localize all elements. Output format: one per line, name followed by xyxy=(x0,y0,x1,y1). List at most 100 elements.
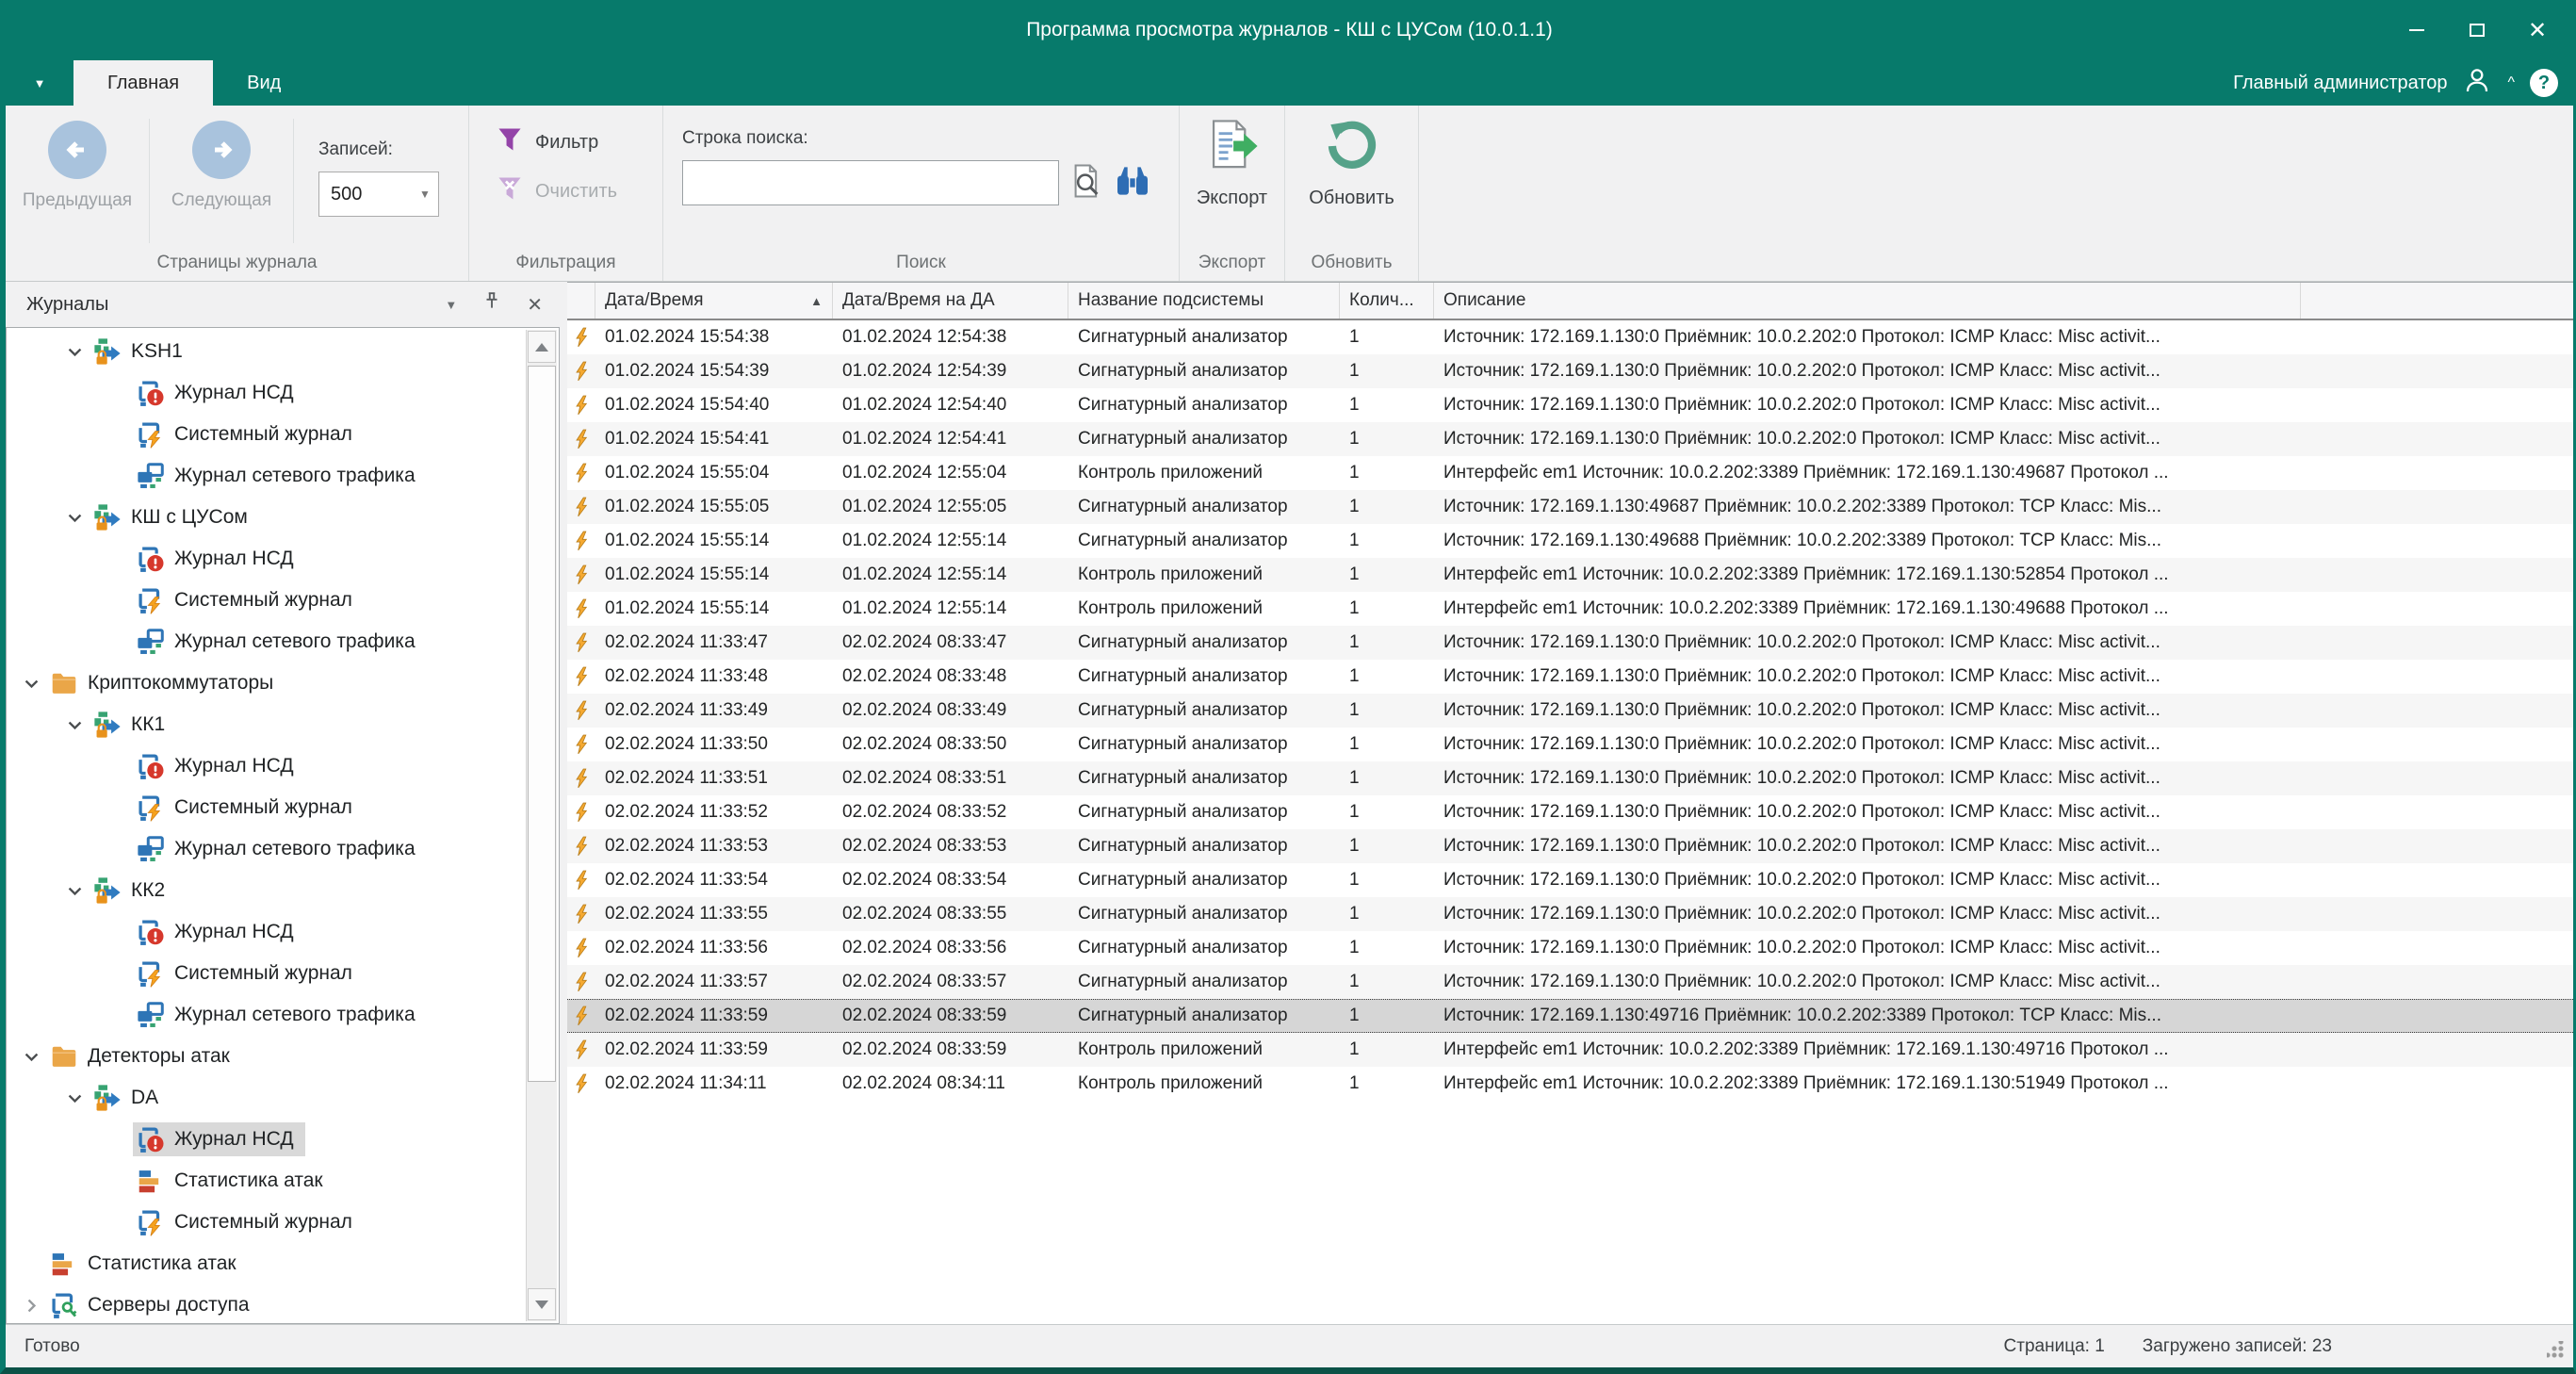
collapse-ribbon-icon[interactable]: ^ xyxy=(2507,74,2515,91)
resize-grip-icon[interactable] xyxy=(2547,1341,2564,1358)
search-input[interactable] xyxy=(682,160,1059,205)
tree-item[interactable]: Статистика атак xyxy=(7,1243,525,1284)
tree-node[interactable]: Журнал НСД xyxy=(133,376,305,410)
scrollbar-thumb[interactable] xyxy=(528,366,556,1082)
tree-node[interactable]: Серверы доступа xyxy=(46,1288,261,1322)
column-header[interactable]: Название подсистемы xyxy=(1068,283,1340,319)
table-row[interactable]: 01.02.2024 15:54:3801.02.2024 12:54:38Си… xyxy=(567,320,2573,354)
tree-item[interactable]: Системный журнал xyxy=(7,414,525,455)
tree-item[interactable]: Журнал НСД xyxy=(7,745,525,787)
table-row[interactable]: 01.02.2024 15:54:4101.02.2024 12:54:41Си… xyxy=(567,422,2573,456)
table-row[interactable]: 01.02.2024 15:55:1401.02.2024 12:55:14Ко… xyxy=(567,558,2573,592)
binoculars-search-icon[interactable] xyxy=(1114,164,1151,203)
table-row[interactable]: 01.02.2024 15:55:1401.02.2024 12:55:14Ко… xyxy=(567,592,2573,626)
table-row[interactable]: 02.02.2024 11:33:5002.02.2024 08:33:50Си… xyxy=(567,728,2573,761)
tree-item[interactable]: Журнал НСД xyxy=(7,1119,525,1160)
tree-node[interactable]: KSH1 xyxy=(90,335,194,368)
tree-node[interactable]: КК2 xyxy=(90,874,176,908)
tree-item[interactable]: Журнал сетевого трафика xyxy=(7,828,525,870)
tree-item[interactable]: Системный журнал xyxy=(7,1202,525,1243)
chevron-down-icon[interactable] xyxy=(59,343,90,361)
tree-node[interactable]: Статистика атак xyxy=(46,1247,248,1281)
chevron-down-icon[interactable] xyxy=(59,882,90,900)
tree-item[interactable]: Журнал сетевого трафика xyxy=(7,455,525,497)
tree-item[interactable]: Журнал НСД xyxy=(7,911,525,953)
clear-filter-button[interactable]: Очистить xyxy=(496,170,662,213)
chevron-down-icon[interactable] xyxy=(16,1048,46,1066)
tree-item[interactable]: Системный журнал xyxy=(7,787,525,828)
tree-node[interactable]: Системный журнал xyxy=(133,583,364,617)
tree-item[interactable]: Журнал НСД xyxy=(7,538,525,580)
tree-node[interactable]: Статистика атак xyxy=(133,1164,334,1198)
table-row[interactable]: 02.02.2024 11:33:4802.02.2024 08:33:48Си… xyxy=(567,660,2573,694)
maximize-button[interactable] xyxy=(2447,0,2507,60)
tree-item[interactable]: Криптокоммутаторы xyxy=(7,662,525,704)
tree-item[interactable]: КК2 xyxy=(7,870,525,911)
tree-node[interactable]: Журнал НСД xyxy=(133,915,305,949)
tree-node[interactable]: Журнал сетевого трафика xyxy=(133,998,427,1032)
tree-scrollbar[interactable] xyxy=(526,330,557,1321)
pin-icon[interactable] xyxy=(481,291,502,318)
table-row[interactable]: 01.02.2024 15:54:4001.02.2024 12:54:40Си… xyxy=(567,388,2573,422)
panel-close-icon[interactable]: ✕ xyxy=(527,293,543,317)
tab-vid[interactable]: Вид xyxy=(213,60,315,106)
chevron-down-icon[interactable] xyxy=(16,675,46,693)
table-row[interactable]: 02.02.2024 11:33:5402.02.2024 08:33:54Си… xyxy=(567,863,2573,897)
tree-item[interactable]: Журнал НСД xyxy=(7,372,525,414)
table-row[interactable]: 01.02.2024 15:55:0401.02.2024 12:55:04Ко… xyxy=(567,456,2573,490)
table-row[interactable]: 01.02.2024 15:54:3901.02.2024 12:54:39Си… xyxy=(567,354,2573,388)
column-header[interactable]: Описание xyxy=(1434,283,2301,319)
column-header-event-icon[interactable] xyxy=(567,283,595,319)
tree-item[interactable]: Системный журнал xyxy=(7,580,525,621)
scroll-down-button[interactable] xyxy=(528,1288,556,1320)
chevron-down-icon[interactable] xyxy=(59,509,90,527)
table-row[interactable]: 02.02.2024 11:33:5702.02.2024 08:33:57Си… xyxy=(567,965,2573,999)
chevron-down-icon[interactable] xyxy=(59,716,90,734)
column-header[interactable]: Дата/Время▲ xyxy=(595,283,833,319)
tree-item[interactable]: Серверы доступа xyxy=(7,1284,525,1324)
tree-node[interactable]: Журнал НСД xyxy=(133,542,305,576)
user-icon[interactable] xyxy=(2462,65,2492,101)
table-row[interactable]: 02.02.2024 11:33:4702.02.2024 08:33:47Си… xyxy=(567,626,2573,660)
column-header[interactable]: Дата/Время на ДА xyxy=(833,283,1068,319)
tab-glavnaya[interactable]: Главная xyxy=(73,60,213,106)
panel-menu-icon[interactable]: ▼ xyxy=(445,298,457,312)
tree-item[interactable]: КШ с ЦУСом xyxy=(7,497,525,538)
panel-splitter[interactable] xyxy=(560,282,567,1324)
tree-item[interactable]: Детекторы атак xyxy=(7,1036,525,1077)
column-header[interactable]: Колич... xyxy=(1340,283,1434,319)
tree-item[interactable]: КК1 xyxy=(7,704,525,745)
table-row[interactable]: 02.02.2024 11:33:5602.02.2024 08:33:56Си… xyxy=(567,931,2573,965)
tree-item[interactable]: Статистика атак xyxy=(7,1160,525,1202)
tree-node[interactable]: Журнал сетевого трафика xyxy=(133,459,427,493)
export-button[interactable]: Экспорт xyxy=(1180,106,1284,209)
tree-node[interactable]: Журнал сетевого трафика xyxy=(133,625,427,659)
refresh-button[interactable]: Обновить xyxy=(1285,106,1418,209)
minimize-button[interactable] xyxy=(2387,0,2447,60)
table-row[interactable]: 02.02.2024 11:33:4902.02.2024 08:33:49Си… xyxy=(567,694,2573,728)
chevron-right-icon[interactable] xyxy=(16,1297,46,1315)
tree-item[interactable]: DA xyxy=(7,1077,525,1119)
tree-node[interactable]: Системный журнал xyxy=(133,957,364,990)
table-row[interactable]: 01.02.2024 15:55:0501.02.2024 12:55:05Си… xyxy=(567,490,2573,524)
tree-node[interactable]: КК1 xyxy=(90,708,176,742)
search-document-icon[interactable] xyxy=(1068,163,1104,204)
records-count-select[interactable]: 500 ▼ xyxy=(318,172,439,217)
tree-node[interactable]: Системный журнал xyxy=(133,791,364,825)
table-row[interactable]: 02.02.2024 11:33:5102.02.2024 08:33:51Си… xyxy=(567,761,2573,795)
tree-node[interactable]: Системный журнал xyxy=(133,1205,364,1239)
table-row[interactable]: 02.02.2024 11:33:5902.02.2024 08:33:59Ко… xyxy=(567,1033,2573,1067)
chevron-down-icon[interactable] xyxy=(59,1089,90,1107)
tree-item[interactable]: Журнал сетевого трафика xyxy=(7,994,525,1036)
tree-node[interactable]: Системный журнал xyxy=(133,417,364,451)
table-row[interactable]: 01.02.2024 15:55:1401.02.2024 12:55:14Си… xyxy=(567,524,2573,558)
table-row[interactable]: 02.02.2024 11:33:5202.02.2024 08:33:52Си… xyxy=(567,795,2573,829)
close-button[interactable]: ✕ xyxy=(2507,0,2568,60)
table-row[interactable]: 02.02.2024 11:34:1102.02.2024 08:34:11Ко… xyxy=(567,1067,2573,1101)
tree-node[interactable]: Журнал НСД xyxy=(133,749,305,783)
help-button[interactable]: ? xyxy=(2530,69,2558,97)
tree-node[interactable]: Криптокоммутаторы xyxy=(46,666,285,700)
tree-node[interactable]: Детекторы атак xyxy=(46,1039,241,1073)
scroll-up-button[interactable] xyxy=(528,331,556,363)
filter-button[interactable]: Фильтр xyxy=(496,121,662,164)
